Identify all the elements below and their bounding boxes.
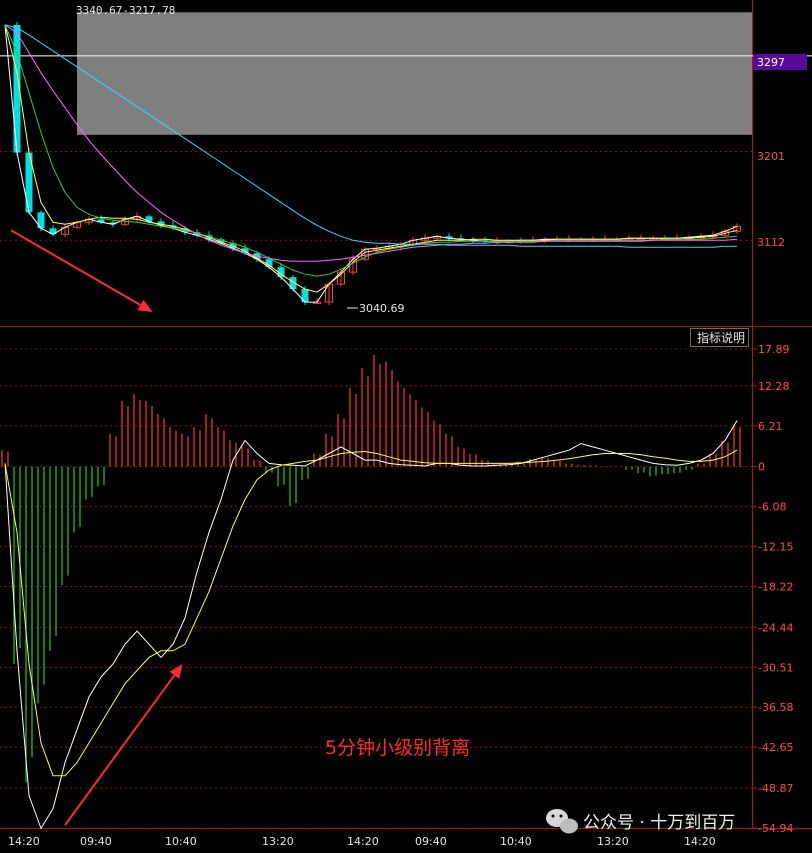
price-range-zone [77,12,752,135]
time-axis: 14:20 09:40 10:40 13:20 14:20 09:40 10:40 13:20… [8,835,716,848]
time-tick-label: 14:20 [347,835,379,848]
time-tick-label: 14:20 [8,835,40,848]
watermark-text: 公众号 · 十万到百万 [583,813,735,833]
macd-line [4,420,738,830]
macd-tick-label: -12.15 [758,541,793,554]
time-tick-label: 13:20 [262,835,294,848]
time-tick-label: 14:20 [684,835,716,848]
macd-tick-label: 0 [758,461,765,474]
macd-tick-label: -54.94 [758,822,793,835]
macd-line [4,449,738,777]
macd-tick-label: -48.87 [758,782,793,795]
time-tick-label: 09:40 [80,835,112,848]
price-tick-label: 3112 [757,236,785,249]
price-marker-label: 3297 [757,56,785,69]
macd-lines [4,420,738,830]
annotation-arrow-head [169,663,183,679]
annotation-arrow-shaft [10,229,141,306]
indicator-help-button[interactable]: 指标说明 [690,328,749,347]
indicator-help-label: 指标说明 [697,330,745,345]
range-label: 3340.67-3217.78 [76,4,175,17]
macd-tick-label: -18.22 [758,580,793,593]
time-tick-label: 10:40 [165,835,197,848]
macd-tick-label: -42.65 [758,741,793,754]
macd-tick-label: -30.51 [758,661,793,674]
divergence-annotation: 5分钟小级别背离 [325,737,470,759]
macd-tick-label: -6.08 [758,501,786,514]
macd-tick-label: -36.58 [758,701,793,714]
macd-tick-label: -24.44 [758,621,793,634]
candle-body [37,212,45,229]
kline-macd-chart: 3340.67-3217.78 3297 3201 3112 3040.69 指… [0,0,812,848]
price-tick-label: 3201 [757,150,785,163]
time-tick-label: 09:40 [415,835,447,848]
annotation-arrow-shaft [64,674,176,826]
time-tick-label: 13:20 [597,835,629,848]
wechat-icon [546,809,578,834]
time-tick-label: 10:40 [500,835,532,848]
macd-y-axis: 17.89 12.28 6.21 0 -6.08 -12.15 -18.22 -24.44 -3… [752,343,793,835]
annotation-arrows [10,229,183,826]
annotation-arrow-head [137,299,153,313]
watermark: 公众号 · 十万到百万 [546,809,735,834]
macd-histogram [1,354,741,783]
macd-tick-label: 6.21 [758,420,783,433]
low-label: 3040.69 [359,302,405,315]
macd-tick-label: 17.89 [758,343,790,356]
macd-tick-label: 12.28 [758,380,790,393]
